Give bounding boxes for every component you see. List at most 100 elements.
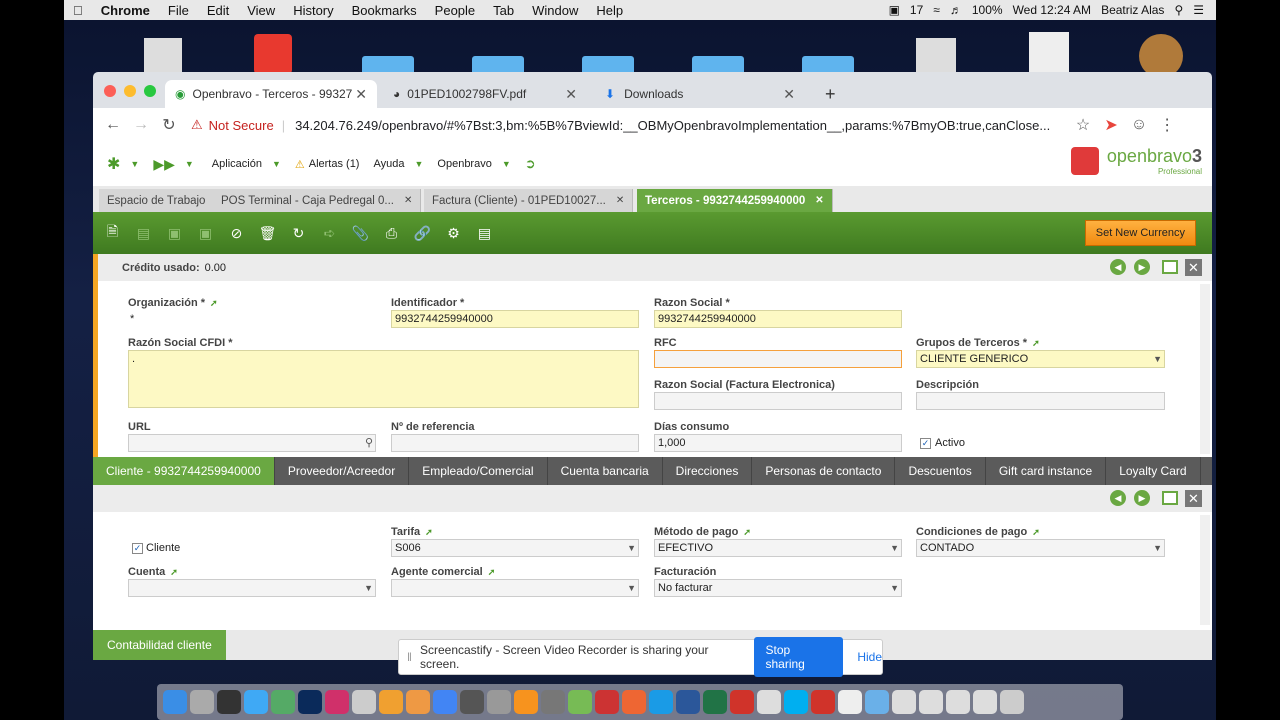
cuenta-select[interactable]: ▼ [128, 579, 376, 597]
wifi-icon[interactable]: ≈ [933, 3, 940, 17]
close-tab-icon[interactable]: ✕ [404, 195, 412, 206]
status-icon[interactable]: ▣ [889, 3, 900, 17]
subtab-descuentos[interactable]: Descuentos [895, 457, 986, 485]
ob-tab-terceros[interactable]: Terceros - 9932744259940000 ✕ [637, 189, 833, 212]
close-tab-icon[interactable]: ✕ [616, 195, 624, 206]
tarifa-select[interactable]: S006 ▼ [391, 539, 639, 557]
browser-tab-pdf[interactable]: ◕ 01PED1002798FV.pdf ✕ [383, 80, 587, 108]
chrome-icon[interactable] [433, 690, 457, 714]
extension-icon[interactable]: ➤ [1097, 115, 1125, 135]
chevron-down-icon[interactable]: ▼ [1153, 543, 1162, 553]
maximize-icon[interactable] [1162, 491, 1178, 505]
close-form-icon[interactable]: ✕ [1185, 490, 1202, 507]
skype-icon[interactable] [784, 690, 808, 714]
forward-icon[interactable]: → [127, 116, 155, 134]
undo-icon[interactable]: ⊘ [225, 220, 248, 246]
subtab-cliente[interactable]: Cliente - 9932744259940000 [93, 457, 275, 485]
photos-icon[interactable] [379, 690, 403, 714]
close-tab-icon[interactable]: ✕ [565, 86, 577, 103]
chevron-down-icon[interactable]: ▼ [890, 583, 899, 593]
search-icon[interactable]: ⚲ [365, 436, 373, 449]
razon-social-input[interactable]: 9932744259940000 [654, 310, 902, 328]
excel-icon[interactable] [703, 690, 727, 714]
document-icon[interactable] [892, 690, 916, 714]
itunes-icon[interactable] [406, 690, 430, 714]
url-input[interactable]: ⚲ [128, 434, 376, 452]
delete-icon[interactable]: 🗑 [256, 220, 279, 246]
new-row-icon[interactable]: ▤ [132, 220, 155, 246]
more-icon[interactable]: ⋮ [1153, 115, 1181, 135]
star-icon[interactable]: ☆ [1069, 115, 1097, 135]
link-arrow-icon[interactable]: ➚ [743, 527, 751, 537]
menu-bookmarks[interactable]: Bookmarks [352, 3, 417, 18]
chevron-down-icon[interactable]: ▼ [1153, 354, 1162, 364]
menu-app-chrome[interactable]: Chrome [101, 3, 150, 18]
maximize-icon[interactable] [1162, 260, 1178, 274]
search-icon[interactable]: ⚲ [1174, 3, 1183, 17]
user-name[interactable]: Beatriz Alas [1101, 3, 1164, 17]
acrobat-icon[interactable] [730, 690, 754, 714]
system-preferences-icon[interactable] [541, 690, 565, 714]
condiciones-select[interactable]: CONTADO ▼ [916, 539, 1165, 557]
subtab-cuenta-bancaria[interactable]: Cuenta bancaria [548, 457, 663, 485]
drag-handle-icon[interactable]: ‖ [407, 650, 412, 664]
app-icon[interactable] [757, 690, 781, 714]
app-icon[interactable] [568, 690, 592, 714]
set-new-currency-button[interactable]: Set New Currency [1084, 220, 1196, 246]
apple-icon[interactable]:  [73, 3, 83, 18]
preview-icon[interactable] [271, 690, 295, 714]
clock[interactable]: Wed 12:24 AM [1013, 3, 1092, 17]
activo-checkbox[interactable]: ✓ [920, 438, 931, 449]
menu-tab[interactable]: Tab [493, 3, 514, 18]
link-arrow-icon[interactable]: ➚ [210, 298, 218, 308]
hide-button[interactable]: Hide [857, 650, 882, 664]
not-secure-label[interactable]: Not Secure [209, 118, 274, 133]
mission-control-icon[interactable] [217, 690, 241, 714]
subtab-proveedor[interactable]: Proveedor/Acreedor [275, 457, 410, 485]
app-icon[interactable] [622, 690, 646, 714]
battery-percent[interactable]: 100% [972, 3, 1003, 17]
subtab-empleado[interactable]: Empleado/Comercial [409, 457, 548, 485]
razon-cfdi-textarea[interactable]: . [128, 350, 639, 408]
form-scrollbar[interactable] [1200, 515, 1210, 625]
textedit-icon[interactable] [838, 690, 862, 714]
books-icon[interactable] [514, 690, 538, 714]
grid-view-icon[interactable]: ▤ [473, 220, 496, 246]
app-icon[interactable] [595, 690, 619, 714]
identificador-input[interactable]: 9932744259940000 [391, 310, 639, 328]
quick-launch-icon[interactable]: ✱ ▼ [107, 154, 139, 174]
trash-icon[interactable] [1000, 690, 1024, 714]
metodo-select[interactable]: EFECTIVO ▼ [654, 539, 902, 557]
url-input[interactable]: 34.204.76.249/openbravo/#%7Bst:3,bm:%5B%… [295, 118, 1065, 133]
close-window-button[interactable] [104, 85, 116, 97]
back-icon[interactable]: ← [99, 116, 127, 134]
link-icon[interactable]: 🔗 [411, 220, 434, 246]
menu-alertas[interactable]: ⚠ Alertas (1) [295, 158, 360, 171]
document-file-icon[interactable] [1029, 32, 1069, 76]
next-record-icon[interactable]: ▶ [1134, 490, 1150, 506]
previous-record-icon[interactable]: ◀ [1110, 490, 1126, 506]
link-arrow-icon[interactable]: ➚ [425, 527, 433, 537]
safari-icon[interactable] [244, 690, 268, 714]
refresh-icon[interactable]: ↻ [287, 220, 310, 246]
close-tab-icon[interactable]: ✕ [783, 86, 795, 103]
document-icon[interactable] [919, 690, 943, 714]
grupos-select[interactable]: CLIENTE GENERICO ▼ [916, 350, 1165, 368]
menu-window[interactable]: Window [532, 3, 578, 18]
print-icon[interactable]: ⎙ [380, 220, 403, 246]
menu-help[interactable]: Help [596, 3, 623, 18]
link-arrow-icon[interactable]: ➚ [488, 567, 496, 577]
word-icon[interactable] [676, 690, 700, 714]
close-tab-icon[interactable]: ✕ [355, 86, 367, 103]
form-scrollbar[interactable] [1200, 284, 1210, 454]
agente-select[interactable]: ▼ [391, 579, 639, 597]
quick-create-icon[interactable]: ▶▶ ▼ [153, 156, 193, 173]
menu-ayuda[interactable]: Ayuda ▼ [373, 158, 423, 170]
browser-tab-downloads[interactable]: ⬇ Downloads ✕ [595, 80, 805, 108]
document-icon[interactable] [946, 690, 970, 714]
referencia-input[interactable] [391, 434, 639, 452]
zoom-window-button[interactable] [144, 85, 156, 97]
profile-icon[interactable]: ☺ [1125, 116, 1153, 134]
razon-fe-input[interactable] [654, 392, 902, 410]
chevron-down-icon[interactable]: ▼ [627, 543, 636, 553]
